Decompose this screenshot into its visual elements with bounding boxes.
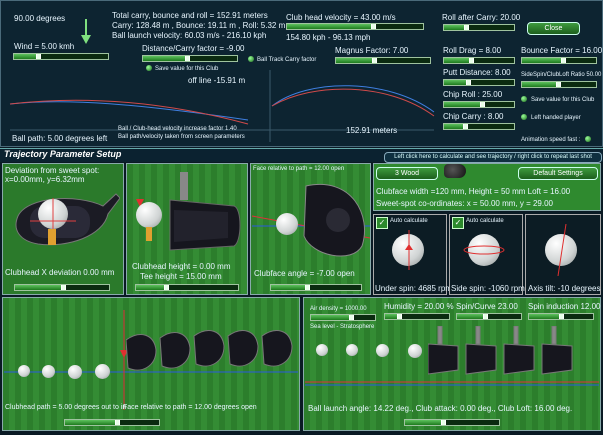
path-ball-1: [18, 365, 30, 377]
clubface-angle-slider[interactable]: [270, 284, 362, 291]
angle-arrow-icon: [81, 19, 91, 50]
path-ball-4: [95, 364, 110, 379]
clubhead-x-slider[interactable]: [14, 284, 110, 291]
club-thumbnail-icon: [444, 164, 466, 178]
sweet-spot-coords: Sweet-spot co-ordinates: x = 50.00 mm, y…: [376, 199, 553, 208]
bounce-slider[interactable]: [521, 57, 597, 64]
face-angle-lines: [251, 176, 371, 267]
launch-ball-3: [376, 344, 389, 357]
swing-clubs-icon: [125, 330, 294, 383]
spin-curve-slider[interactable]: [456, 313, 522, 320]
tee-height: Tee height = 15.00 mm: [140, 272, 222, 281]
side-spin-arrow-icon: [462, 240, 506, 265]
left-handed-toggle[interactable]: [521, 114, 527, 120]
clubhead-x-deviation: Clubhead X deviation 0.00 mm: [5, 268, 115, 277]
left-handed-label: Left handed player: [531, 115, 581, 121]
chip-carry-slider[interactable]: [443, 123, 515, 130]
ball-path: Ball path: 5.00 degrees left: [12, 134, 108, 143]
path-ball-2: [42, 365, 55, 378]
launch-ball-4: [408, 344, 422, 358]
auto-calc-label: Auto calculate: [390, 218, 428, 224]
putt-distance: Putt Distance: 8.00: [443, 68, 511, 77]
launch-clubs-icon: [427, 325, 594, 387]
axis-tilt: Axis tilt: -10 degrees: [528, 284, 601, 293]
deviation-title: Deviation from sweet spot:: [5, 166, 100, 175]
distance-carry-factor: Distance/Carry factor = -9.00: [142, 44, 245, 53]
axis-tilt-arrow-icon: [550, 223, 574, 281]
chip-carry: Chip Carry : 8.00: [443, 112, 504, 121]
angle-label: 90.00 degrees: [14, 14, 66, 23]
side-spin: Side spin: -1060 rpm: [451, 284, 525, 293]
club-head-velocity: Club head velocity = 43.00 m/s: [286, 13, 396, 22]
ball-track-toggle[interactable]: [248, 56, 254, 62]
calculate-hint-button[interactable]: Left click here to calculate and see tra…: [384, 152, 602, 163]
ball-launch-angle: Ball launch angle: 14.22 deg., Club atta…: [308, 404, 573, 413]
iron-club-icon: [164, 172, 244, 263]
animation-speed-toggle[interactable]: [585, 136, 591, 142]
roll-after-carry: Roll after Carry: 20.00: [442, 13, 521, 22]
sidespin-ratio: SideSpin/ClubLoft Ratio 50.00: [521, 72, 602, 78]
default-settings-button[interactable]: Default Settings: [518, 167, 598, 180]
clubhead-path-slider[interactable]: [64, 419, 160, 426]
auto-calc-label-2: Auto calculate: [466, 218, 504, 224]
tee-peg-icon: [146, 227, 152, 241]
face-relative-path-2: Face relative to path = 12.00 degrees op…: [123, 404, 257, 411]
humidity-slider[interactable]: [384, 313, 450, 320]
tee-ball: [136, 202, 162, 228]
chip-roll-slider[interactable]: [443, 101, 515, 108]
close-button[interactable]: Close: [527, 22, 580, 35]
deviation-xy: x=0.00mm, y=6.32mm: [5, 175, 85, 184]
air-density-slider[interactable]: [310, 314, 376, 321]
clubface-dims: Clubface width =120 mm, Height = 50 mm L…: [376, 187, 571, 196]
launch-velocity: Ball launch velocity: 60.03 m/s - 216.10…: [112, 31, 267, 40]
velocity-increase-factor: Ball / Club-head velocity increase facto…: [118, 126, 237, 132]
tee-height-slider[interactable]: [135, 284, 239, 291]
launch-slider[interactable]: [404, 419, 500, 426]
carry-bounce-roll: Carry: 128.48 m , Bounce: 19.11 m , Roll…: [112, 21, 286, 30]
spin-induction-slider[interactable]: [528, 313, 594, 320]
magnus-factor: Magnus Factor: 7.00: [335, 46, 409, 55]
path-ball-3: [68, 365, 82, 379]
under-spin-arrow-icon: [395, 230, 425, 275]
save-value-label-2: Save value for this Club: [531, 97, 595, 103]
wind-label: Wind = 5.00 kmh: [14, 42, 75, 51]
clubface-angle: Clubface angle = -7.00 open: [254, 269, 355, 278]
face-ball: [276, 213, 298, 235]
clubhead-path: Clubhead path = 5.00 degrees out to in: [5, 404, 127, 411]
spin-induction: Spin induction 12.00: [528, 302, 601, 311]
ball-track-label: Ball Track Carry factor: [257, 57, 317, 63]
air-density: Air density = 1000.00: [310, 306, 367, 312]
clubhead-height: Clubhead height = 0.00 mm: [132, 262, 231, 271]
spin-curve: Spin/Curve 23.00: [456, 302, 518, 311]
face-relative-path: Face relative to path = 12.00 open: [253, 166, 345, 172]
wind-slider[interactable]: [13, 53, 109, 60]
distance-mark: 152.91 meters: [346, 126, 398, 135]
setup-title: Trajectory Parameter Setup: [4, 149, 122, 159]
putt-distance-slider[interactable]: [443, 79, 515, 86]
club-head-velocity-slider[interactable]: [286, 23, 424, 30]
sidespin-ratio-slider[interactable]: [521, 81, 597, 88]
launch-ball-1: [316, 344, 328, 356]
bounce-factor: Bounce Factor = 16.00: [521, 46, 603, 55]
tee-icon: [48, 229, 56, 245]
magnus-slider[interactable]: [335, 57, 431, 64]
chip-roll: Chip Roll : 25.00: [443, 90, 503, 99]
ball-path-velocity-note: Ball path/velocity taken from screen par…: [118, 134, 245, 140]
club-select-button[interactable]: 3 Wood: [376, 167, 438, 180]
distance-carry-slider[interactable]: [142, 55, 238, 62]
under-spin: Under spin: 4685 rpm: [375, 284, 452, 293]
save-value-toggle-2[interactable]: [521, 96, 527, 102]
auto-calc-checkbox-2[interactable]: ✓: [452, 217, 464, 229]
roll-drag-slider[interactable]: [443, 57, 515, 64]
roll-after-carry-slider[interactable]: [443, 24, 515, 31]
auto-calc-checkbox[interactable]: ✓: [376, 217, 388, 229]
launch-ball-2: [346, 344, 358, 356]
humidity: Humidity = 20.00 %: [384, 302, 454, 311]
animation-speed-label: Animation speed fast :: [521, 137, 581, 143]
roll-drag: Roll Drag = 8.00: [443, 46, 502, 55]
total-carry: Total carry, bounce and roll = 152.91 me…: [112, 11, 268, 20]
kph-mph: 154.80 kph - 96.13 mph: [286, 33, 371, 42]
